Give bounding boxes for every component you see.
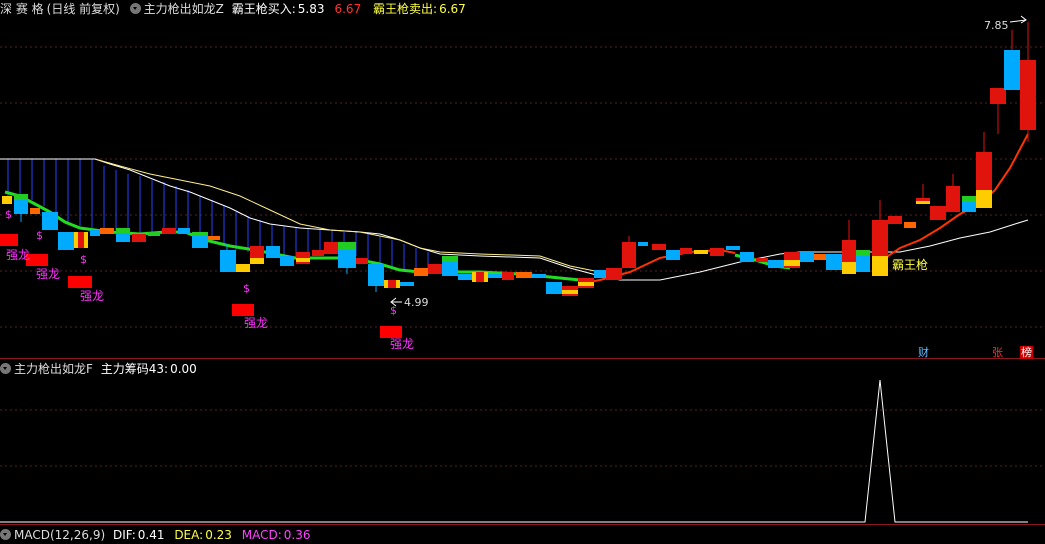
dollar-marker: $	[36, 229, 43, 242]
low-price-label: 4.99	[404, 296, 429, 309]
grid-lines	[0, 46, 1045, 328]
strong-dragon-label: 强龙	[6, 248, 31, 262]
dropdown-icon[interactable]	[0, 363, 11, 374]
sub-chart-header: 主力枪出如龙F 主力筹码43: 0.00	[0, 360, 203, 378]
ranking-badge[interactable]: 榜	[1020, 346, 1033, 359]
macd-value: 0.36	[283, 528, 311, 542]
sub-grid-lines	[0, 409, 1045, 467]
macd-name: MACD(12,26,9)	[14, 528, 106, 542]
dea-value: 0.23	[205, 528, 232, 542]
limit-up-badge[interactable]: 张	[991, 346, 1004, 359]
strong-dragon-label: 强龙	[390, 337, 415, 351]
high-price-marker	[1009, 15, 1027, 24]
dropdown-icon[interactable]	[0, 529, 11, 540]
high-price-label: 7.85	[984, 19, 1009, 32]
chip-line	[0, 379, 1028, 523]
signal-label: 霸王枪	[892, 258, 929, 272]
dea-label: DEA:	[174, 528, 204, 542]
pane-separator-bottom[interactable]	[0, 524, 1045, 525]
macd-label: MACD:	[241, 528, 282, 542]
strong-dragon-label: 强龙	[80, 289, 105, 303]
chip-value: 0.00	[170, 362, 197, 376]
macd-dropdown[interactable]: MACD(12,26,9)	[0, 528, 105, 542]
dollar-marker: $	[390, 304, 397, 317]
candlestick-chart[interactable]	[0, 0, 1045, 358]
chip-label: 主力筹码43:	[100, 362, 169, 376]
dif-value: 0.41	[137, 528, 165, 542]
strong-dragon-label: 强龙	[36, 267, 61, 281]
dollar-marker: $	[243, 282, 250, 295]
dif-label: DIF:	[112, 528, 136, 542]
dollar-marker: $	[80, 253, 87, 266]
pane-separator-top[interactable]	[0, 358, 1045, 359]
sub-indicator-name: 主力枪出如龙F	[14, 362, 93, 376]
macd-header: MACD(12,26,9) DIF: 0.41 DEA: 0.23 MACD: 0.3…	[0, 526, 316, 544]
sub-indicator-dropdown[interactable]: 主力枪出如龙F	[0, 362, 93, 376]
strong-dragon-label: 强龙	[244, 316, 269, 330]
finance-badge[interactable]: 财	[917, 346, 930, 359]
dollar-marker: $	[5, 208, 12, 221]
